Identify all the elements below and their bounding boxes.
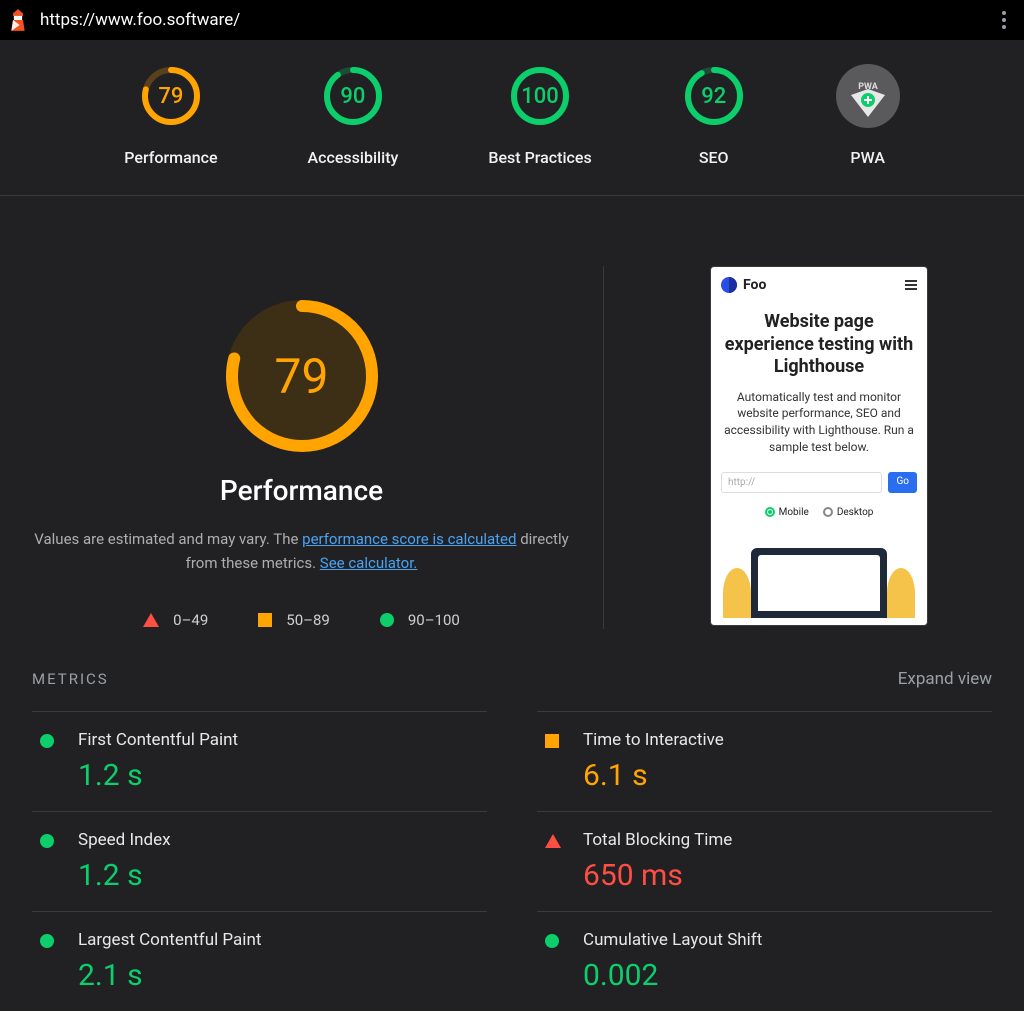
circle-icon: [545, 934, 559, 948]
metric-name: Time to Interactive: [583, 730, 724, 750]
metric-value: 6.1 s: [583, 758, 724, 793]
gauge-label: Accessibility: [308, 148, 399, 167]
metric-value: 0.002: [583, 958, 762, 993]
gauge-label: Performance: [124, 148, 217, 167]
metric-speed-index[interactable]: Speed Index 1.2 s: [32, 811, 487, 911]
metric-name: Largest Contentful Paint: [78, 930, 261, 950]
metric-largest-contentful-paint[interactable]: Largest Contentful Paint 2.1 s: [32, 911, 487, 1011]
metric-name: First Contentful Paint: [78, 730, 238, 750]
pwa-badge-icon: PWA: [836, 64, 900, 128]
metric-name: Cumulative Layout Shift: [583, 930, 762, 950]
metric-total-blocking-time[interactable]: Total Blocking Time 650 ms: [537, 811, 992, 911]
performance-title: Performance: [220, 474, 383, 507]
url-bar: https://www.foo.software/: [0, 0, 1024, 40]
gauge-score: 92: [682, 64, 746, 128]
circle-icon: [40, 934, 54, 948]
performance-description: Values are estimated and may vary. The p…: [30, 527, 573, 575]
metric-value: 1.2 s: [78, 858, 171, 893]
gauge-label: SEO: [699, 148, 729, 167]
gauge-score: 90: [321, 64, 385, 128]
metric-cumulative-layout-shift[interactable]: Cumulative Layout Shift 0.002: [537, 911, 992, 1011]
gauge-best-practices[interactable]: 100 Best Practices: [488, 64, 591, 167]
circle-icon: [40, 834, 54, 848]
metric-value: 650 ms: [583, 858, 732, 893]
lighthouse-icon: [8, 9, 28, 31]
gauge-label: PWA: [850, 148, 885, 167]
gauge-pwa[interactable]: PWA PWA: [836, 64, 900, 167]
performance-section: 79 Performance Values are estimated and …: [30, 266, 604, 629]
radio-on-icon: [765, 507, 775, 517]
hamburger-icon: [905, 280, 917, 290]
link-score-calculated[interactable]: performance score is calculated: [302, 530, 516, 548]
performance-gauge: 79: [222, 296, 382, 456]
square-icon: [258, 613, 272, 627]
gauge-score: 100: [508, 64, 572, 128]
score-strip: 79 Performance 90 Accessibility 100 Best…: [0, 40, 1024, 196]
preview-headline: Website page experience testing with Lig…: [721, 311, 917, 379]
triangle-icon: [143, 613, 159, 627]
link-see-calculator[interactable]: See calculator.: [320, 554, 418, 572]
performance-score: 79: [222, 296, 382, 456]
circle-icon: [40, 734, 54, 748]
metric-name: Total Blocking Time: [583, 830, 732, 850]
metrics-grid: First Contentful Paint 1.2 s Time to Int…: [0, 711, 1024, 1011]
metric-time-to-interactive[interactable]: Time to Interactive 6.1 s: [537, 711, 992, 811]
circle-icon: [380, 613, 394, 627]
page-screenshot: Foo Website page experience testing with…: [710, 266, 928, 626]
metric-name: Speed Index: [78, 830, 171, 850]
metric-first-contentful-paint[interactable]: First Contentful Paint 1.2 s: [32, 711, 487, 811]
preview-go-button: Go: [888, 472, 917, 493]
foo-logo-icon: [721, 277, 737, 293]
gauge-label: Best Practices: [488, 148, 591, 167]
gauge-accessibility[interactable]: 90 Accessibility: [308, 64, 399, 167]
score-legend: 0–49 50–89 90–100: [143, 611, 460, 629]
page-url: https://www.foo.software/: [40, 10, 992, 30]
square-icon: [545, 734, 559, 748]
preview-subtext: Automatically test and monitor website p…: [721, 389, 917, 456]
radio-off-icon: [823, 507, 833, 517]
gauge-score: 79: [139, 64, 203, 128]
more-menu-icon[interactable]: [992, 8, 1016, 32]
metric-value: 2.1 s: [78, 958, 261, 993]
metrics-title: METRICS: [32, 670, 109, 688]
preview-url-input: http://: [721, 472, 882, 493]
metric-value: 1.2 s: [78, 758, 238, 793]
gauge-seo[interactable]: 92 SEO: [682, 64, 746, 167]
expand-view-button[interactable]: Expand view: [898, 669, 992, 689]
triangle-icon: [545, 834, 561, 848]
gauge-performance[interactable]: 79 Performance: [124, 64, 217, 167]
